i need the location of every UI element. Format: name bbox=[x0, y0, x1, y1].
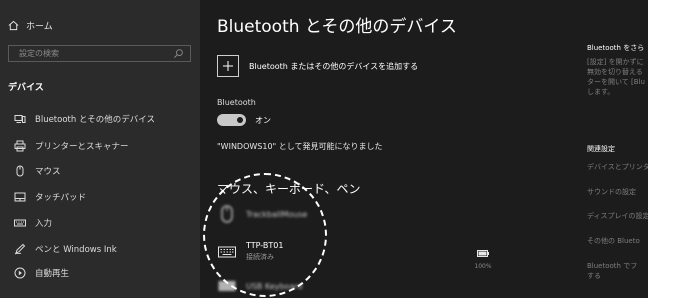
discoverable-text: "WINDOWS10" として発見可能になりました bbox=[217, 142, 383, 151]
search-box[interactable] bbox=[8, 45, 191, 62]
sidebar-item-label: 入力 bbox=[35, 219, 53, 229]
add-device-label: Bluetooth またはその他のデバイスを追加する bbox=[249, 61, 419, 71]
add-device-button[interactable]: Bluetooth またはその他のデバイスを追加する bbox=[217, 55, 418, 77]
battery-indicator: 100% bbox=[470, 242, 496, 270]
bluetooth-toggle[interactable] bbox=[217, 114, 246, 126]
sidebar-item-bluetooth[interactable]: Bluetooth とその他のデバイス bbox=[0, 108, 200, 130]
sidebar-item-pen[interactable]: ペンと Windows Ink bbox=[0, 238, 200, 260]
autoplay-icon bbox=[14, 267, 26, 279]
search-input[interactable] bbox=[9, 46, 179, 61]
page-title: Bluetooth とその他のデバイス bbox=[217, 17, 457, 37]
right-text-line: 無効を切り替える bbox=[587, 68, 643, 76]
home-link[interactable]: ホーム bbox=[8, 17, 53, 33]
bluetooth-devices-icon bbox=[14, 113, 26, 125]
printer-icon bbox=[14, 140, 26, 152]
keyboard-icon bbox=[14, 217, 26, 229]
annotation-dashed-circle bbox=[203, 173, 327, 297]
sidebar-item-label: 自動再生 bbox=[35, 269, 70, 279]
sidebar-item-printers[interactable]: プリンターとスキャナー bbox=[0, 135, 200, 157]
pen-icon bbox=[14, 243, 26, 255]
sidebar-item-label: プリンターとスキャナー bbox=[35, 142, 129, 152]
right-text-line: します。 bbox=[587, 88, 615, 96]
sidebar: ホーム デバイス Bluetooth とその他のデバイス プリンターとスキャナー… bbox=[0, 0, 200, 298]
related-link-devices-printers[interactable]: デバイスとプリンタ bbox=[587, 162, 648, 172]
section-label-devices: デバイス bbox=[8, 83, 44, 93]
sidebar-item-mouse[interactable]: マウス bbox=[0, 160, 200, 182]
home-icon bbox=[8, 20, 19, 30]
touchpad-icon bbox=[14, 191, 26, 203]
sidebar-item-touchpad[interactable]: タッチパッド bbox=[0, 186, 200, 208]
sidebar-item-label: ペンと Windows Ink bbox=[35, 245, 117, 255]
related-link-display[interactable]: ディスプレイの設定 bbox=[587, 211, 648, 221]
right-heading: Bluetooth をさら bbox=[587, 44, 645, 52]
sidebar-item-typing[interactable]: 入力 bbox=[0, 212, 200, 234]
bluetooth-toggle-row: オン bbox=[217, 114, 271, 126]
related-link-send-receive-cont[interactable]: する bbox=[587, 271, 601, 281]
right-text-line: [設定] を開かずに bbox=[587, 58, 644, 66]
toggle-knob bbox=[237, 117, 243, 123]
toggle-state-label: オン bbox=[255, 115, 271, 125]
plus-icon bbox=[217, 55, 239, 77]
related-link-send-receive[interactable]: Bluetooth でフ bbox=[587, 261, 637, 271]
search-icon[interactable] bbox=[173, 48, 184, 59]
settings-window: ホーム デバイス Bluetooth とその他のデバイス プリンターとスキャナー… bbox=[0, 0, 648, 298]
related-link-bluetooth-options[interactable]: その他の Blueto bbox=[587, 236, 640, 246]
sidebar-item-label: タッチパッド bbox=[35, 193, 87, 203]
related-link-sound[interactable]: サウンドの設定 bbox=[587, 187, 636, 197]
battery-icon bbox=[477, 250, 489, 257]
bluetooth-label: Bluetooth bbox=[217, 98, 256, 107]
sidebar-item-autoplay[interactable]: 自動再生 bbox=[0, 262, 200, 284]
battery-percent: 100% bbox=[474, 263, 492, 270]
sidebar-item-label: マウス bbox=[35, 167, 61, 177]
home-label: ホーム bbox=[26, 21, 53, 32]
mouse-icon bbox=[14, 165, 26, 177]
right-text-line: ターを開いて [Blu bbox=[587, 78, 645, 86]
related-settings-heading: 関連設定 bbox=[587, 145, 615, 153]
sidebar-item-label: Bluetooth とその他のデバイス bbox=[35, 115, 155, 125]
